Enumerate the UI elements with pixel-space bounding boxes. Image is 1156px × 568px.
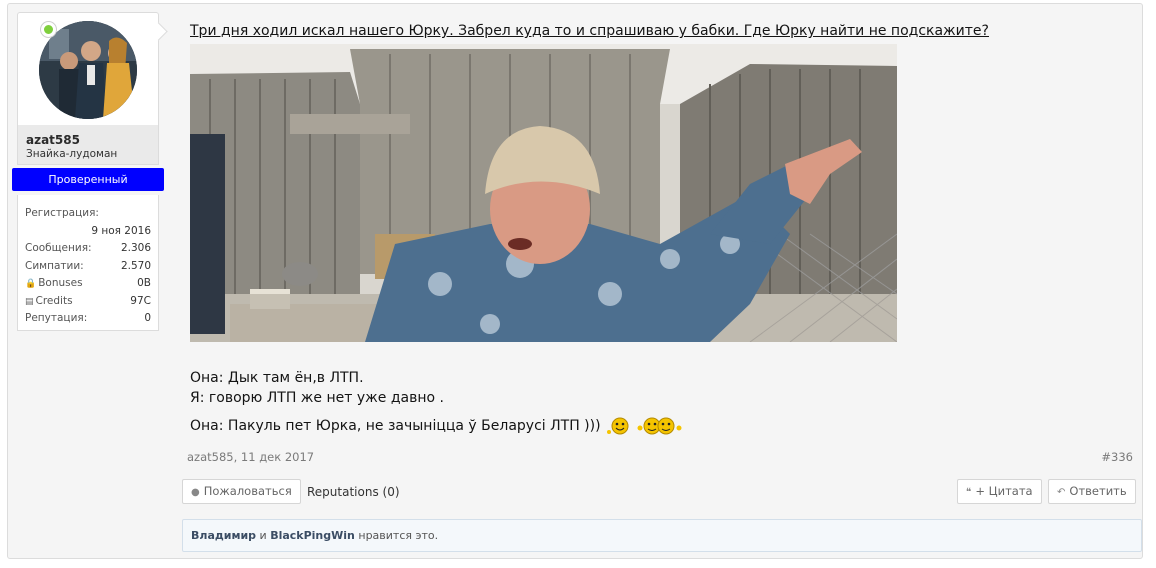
stat-label: Credits (35, 294, 73, 307)
verified-badge: Проверенный (12, 168, 164, 191)
stat-registration-value-row: 9 ноя 2016 (25, 223, 151, 241)
stat-label: Сообщения: (25, 242, 92, 254)
quote-icon: ❝ (966, 487, 972, 498)
stat-reputation: Репутация: 0 (25, 310, 151, 328)
hugging-smileys-icon (637, 417, 682, 435)
report-icon: ● (191, 487, 200, 498)
stat-likes: Симпатии: 2.570 (25, 258, 151, 276)
likes-suffix: нравится это. (358, 529, 439, 542)
username[interactable]: azat585 (26, 133, 158, 147)
online-status-icon (41, 22, 56, 37)
user-title: Знайка-лудоман (26, 148, 118, 160)
stat-registration: Регистрация: (25, 205, 151, 223)
avatar-image (39, 21, 137, 119)
post-line-3: Она: Пакуль пет Юрка, не зачыніцца ў Бел… (190, 415, 685, 437)
stat-value: 2.306 (120, 242, 151, 254)
stat-label: Bonuses (38, 277, 83, 289)
stat-value: 0 (144, 312, 151, 324)
user-stats: Регистрация: 9 ноя 2016 Сообщения: 2.306… (17, 195, 159, 331)
post-container: azat585 Знайка-лудоман Проверенный Регис… (7, 3, 1143, 559)
likes-conjunction: и (259, 529, 267, 542)
reply-icon: ↶ (1057, 487, 1066, 498)
report-button[interactable]: ● Пожаловаться (182, 479, 301, 504)
post-line-2: Я: говорю ЛТП же нет уже давно . (190, 390, 444, 406)
laughing-smiley-icon (607, 417, 629, 435)
stat-credits: ▤ Credits 97C (25, 293, 151, 311)
stat-label: Репутация: (25, 312, 88, 324)
liked-user-2[interactable]: BlackPingWin (270, 529, 355, 542)
post-content: Три дня ходил искал нашего Юрку. Забрел … (182, 4, 1142, 560)
reply-button[interactable]: ↶ Ответить (1048, 479, 1136, 504)
money-icon: ▤ (25, 296, 34, 307)
likes-summary: Владимир и BlackPingWin нравится это. (182, 519, 1142, 552)
reply-label: Ответить (1069, 484, 1127, 498)
stat-value: 9 ноя 2016 (91, 224, 151, 237)
user-sidebar: azat585 Знайка-лудоман Проверенный Регис… (12, 12, 164, 331)
reputations-link[interactable]: Reputations (0) (307, 485, 400, 499)
stat-value: 97C (130, 294, 151, 307)
stat-value: 0B (137, 277, 151, 289)
post-line-1: Она: Дык там ён,в ЛТП. (190, 370, 364, 386)
stat-label: Регистрация: (25, 207, 99, 219)
post-permalink[interactable]: #336 (1101, 450, 1133, 464)
stat-messages[interactable]: Сообщения: 2.306 (25, 240, 151, 258)
quote-label: + Цитата (975, 484, 1033, 498)
lock-icon: 🔒 (25, 279, 37, 289)
user-name-box: azat585 Знайка-лудоман (17, 125, 159, 165)
post-image[interactable] (190, 44, 897, 342)
stat-value: 2.570 (120, 259, 151, 272)
post-author-date[interactable]: azat585, 11 дек 2017 (187, 450, 314, 464)
photo-illustration (190, 44, 897, 342)
stat-bonuses: 🔒 Bonuses 0B (25, 275, 151, 293)
quote-button[interactable]: ❝ + Цитата (957, 479, 1042, 504)
report-label: Пожаловаться (203, 484, 292, 498)
liked-user-1[interactable]: Владимир (191, 529, 256, 542)
stat-label: Симпатии: (25, 259, 84, 272)
post-first-line: Три дня ходил искал нашего Юрку. Забрел … (190, 23, 989, 39)
avatar-box (17, 12, 159, 125)
avatar[interactable] (39, 21, 137, 119)
post-line-3-text: Она: Пакуль пет Юрка, не зачыніцца ў Бел… (190, 418, 601, 434)
